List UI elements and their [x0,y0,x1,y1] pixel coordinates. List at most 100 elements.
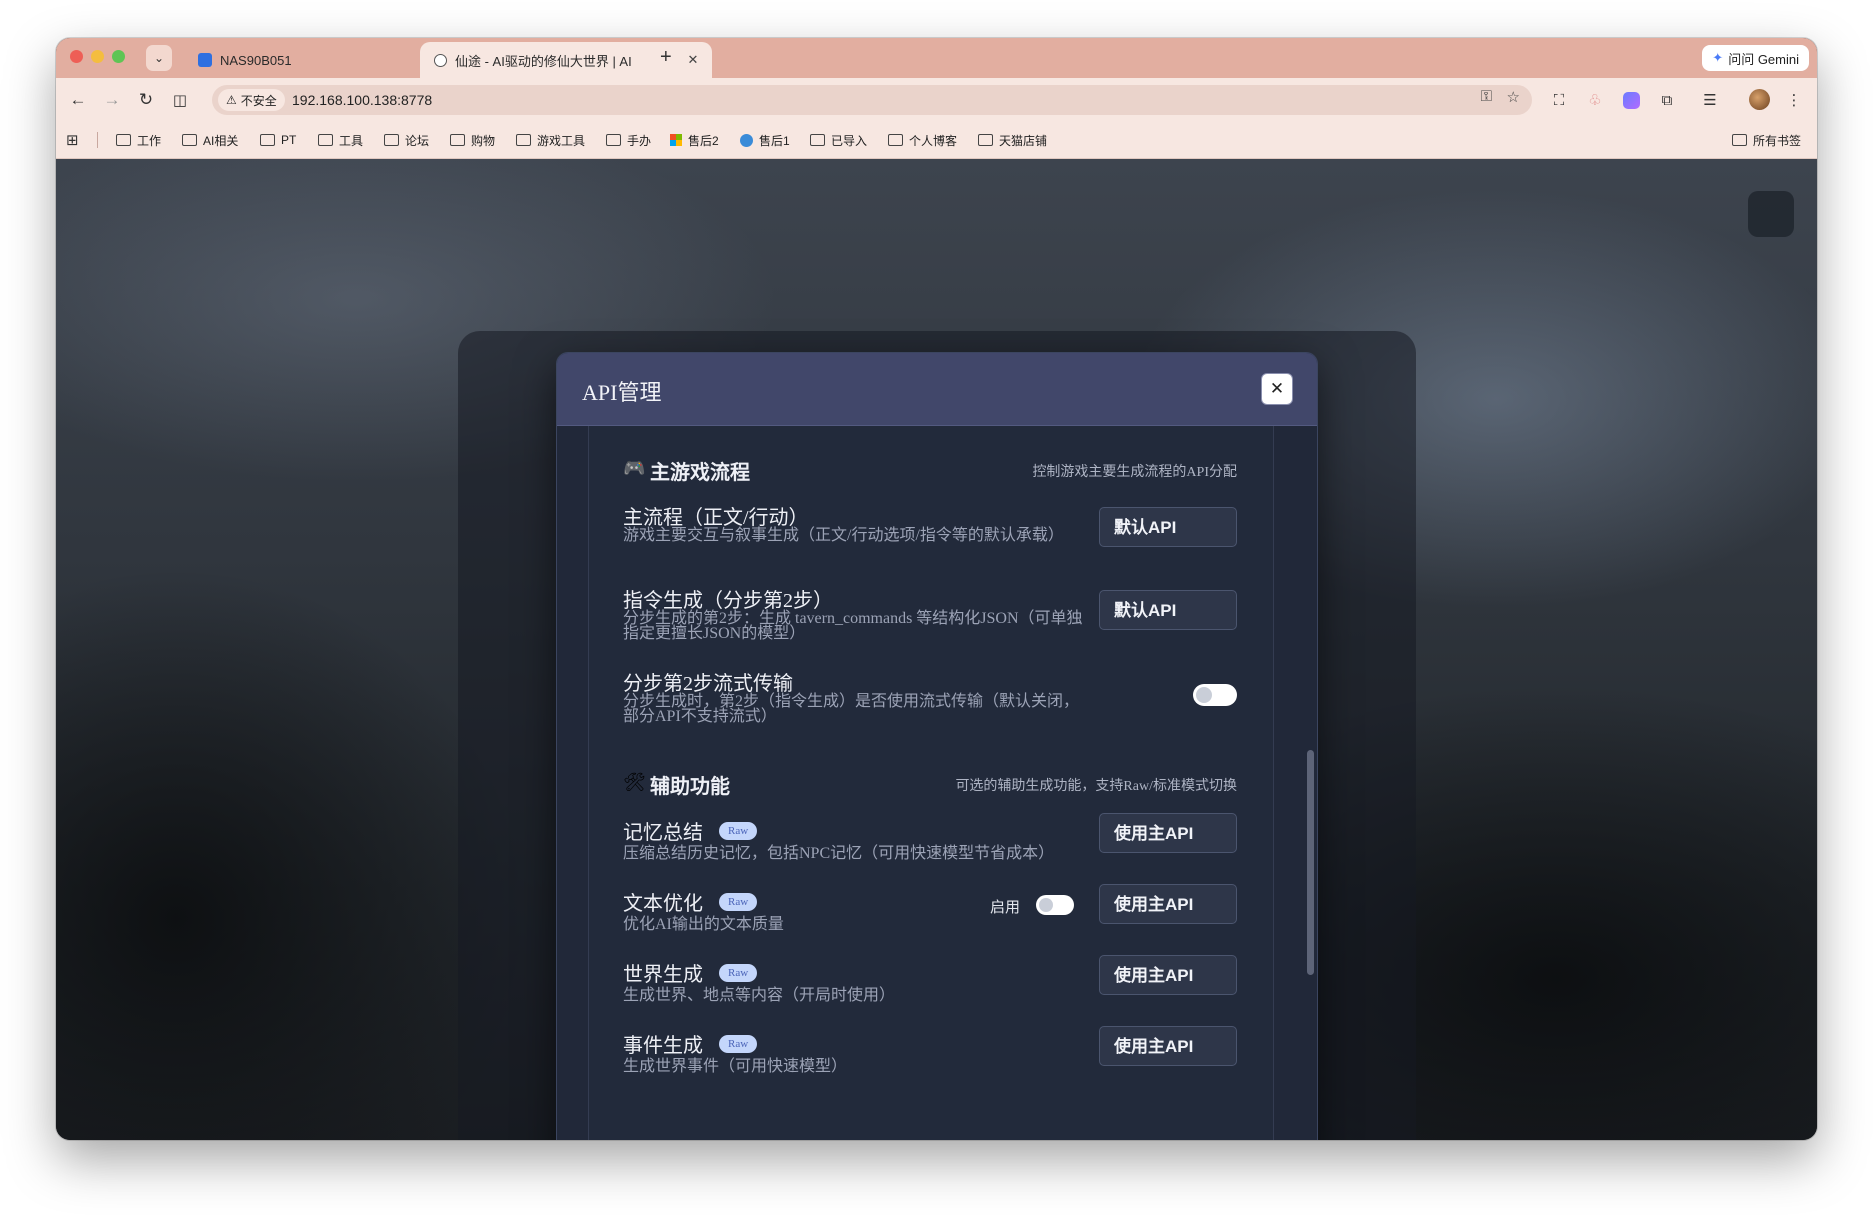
chevron-down-icon: ⌄ [153,51,165,65]
apps-button[interactable]: ⊞ [66,122,79,158]
setting-row-main-flow: 主流程（正文/行动） 游戏主要交互与叙事生成（正文/行动选项/指令等的默认承载）… [623,501,1237,561]
api-select-button[interactable]: 默认API [1099,590,1237,630]
toggle-knob [1039,898,1053,912]
bookmark-folder[interactable]: 游戏工具 [516,122,585,158]
folder-icon [116,134,131,146]
folder-icon [516,134,531,146]
setting-title: 文本优化 Raw [623,887,758,916]
dialog-header: API管理 ✕ [557,353,1317,426]
maximize-window-button[interactable] [112,50,125,63]
forward-button[interactable]: → [100,88,124,112]
gamepad-icon: 🎮 [623,458,646,478]
bookmark-folder[interactable]: 已导入 [810,122,867,158]
section-description: 控制游戏主要生成流程的API分配 [1032,465,1237,480]
security-label: 不安全 [240,93,277,108]
section-description: 可选的辅助生成功能，支持Raw/标准模式切换 [955,779,1237,794]
globe-icon [740,133,753,147]
section-title: 辅助功能 [650,776,730,798]
folder-icon [810,134,825,146]
bookmark-link[interactable]: 售后2 [670,122,719,158]
setting-title: 主流程（正文/行动） [623,501,809,530]
enable-label: 启用 [989,899,1020,916]
close-window-button[interactable] [70,50,83,63]
setting-description: 生成世界、地点等内容（开局时使用） [623,987,896,1004]
address-bar[interactable]: ⚠ 不安全 192.168.100.138:8778 ⚿ ☆ [212,85,1532,115]
setting-title-text: 事件生成 [623,1035,703,1057]
bookmark-folder[interactable]: 工作 [116,122,161,158]
stream-toggle[interactable] [1193,684,1237,706]
bookmark-link[interactable]: 售后1 [740,122,790,158]
bookmark-folder[interactable]: 手办 [606,122,651,158]
setting-description: 压缩总结历史记忆，包括NPC记忆（可用快速模型节省成本） [623,845,1055,862]
reload-button[interactable]: ↻ [134,88,158,112]
bookmark-label: 售后2 [688,133,719,148]
back-button[interactable]: ← [66,88,90,112]
bookmark-folder[interactable]: 论坛 [384,122,429,158]
screenshot-extension-icon[interactable]: ⛶ [1547,88,1571,112]
minimize-window-button[interactable] [91,50,104,63]
setting-title: 事件生成 Raw [623,1029,758,1058]
bookmark-folder[interactable]: PT [260,122,296,158]
api-select-button[interactable]: 使用主API [1099,813,1237,853]
setting-row-world-gen: 世界生成 Raw 生成世界、地点等内容（开局时使用） 使用主API [623,955,1237,1008]
setting-row-command-gen: 指令生成（分步第2步） 分步生成的第2步：生成 tavern_commands … [623,584,1237,644]
password-key-icon[interactable]: ⚿ [1481,88,1492,105]
bookmark-label: PT [281,133,297,147]
extension-icon[interactable]: ♧ [1583,88,1607,112]
puzzle-icon[interactable]: ⧉ [1655,88,1679,112]
api-select-button[interactable]: 默认API [1099,507,1237,547]
bookmark-label: 所有书签 [1753,133,1802,148]
new-tab-button[interactable]: + [660,46,672,69]
folder-icon [182,134,197,146]
raw-badge: Raw [719,1034,758,1053]
background-menu-button[interactable] [1748,191,1794,237]
bookmark-folder[interactable]: 购物 [450,122,495,158]
warning-icon: ⚠ [226,93,237,107]
api-select-button[interactable]: 使用主API [1099,1026,1237,1066]
bookmark-folder[interactable]: 个人博客 [888,122,957,158]
api-select-button[interactable]: 使用主API [1099,884,1237,924]
reading-list-icon[interactable]: ☰ [1698,88,1722,112]
api-management-dialog: API管理 ✕ 🎮 主游戏流程 控制游戏主要生成流程的API分配 主流程（正文/… [556,352,1318,1140]
bookmark-star-icon[interactable]: ☆ [1507,88,1520,106]
api-select-button[interactable]: 使用主API [1099,955,1237,995]
all-bookmarks-folder[interactable]: 所有书签 [1732,122,1801,158]
setting-description: 游戏主要交互与叙事生成（正文/行动选项/指令等的默认承载） [623,527,1064,544]
folder-icon [260,134,275,146]
toolbar: ← → ↻ ◫ ⚠ 不安全 192.168.100.138:8778 ⚿ ☆ ⛶… [56,78,1817,122]
hammer-wrench-icon: 🛠 [623,772,646,792]
bookmark-folder[interactable]: 工具 [318,122,363,158]
ask-gemini-button[interactable]: ✦ 问问 Gemini [1702,45,1809,71]
bookmark-label: 游戏工具 [537,133,586,148]
setting-row-memory-summary: 记忆总结 Raw 压缩总结历史记忆，包括NPC记忆（可用快速模型节省成本） 使用主… [623,813,1237,866]
divider [97,132,98,148]
tab-close-icon[interactable]: ✕ [682,52,704,68]
dialog-close-button[interactable]: ✕ [1261,373,1293,405]
tab-search-button[interactable]: ⌄ [146,45,172,71]
dialog-title: API管理 [582,380,662,405]
dialog-body: 🎮 主游戏流程 控制游戏主要生成流程的API分配 主流程（正文/行动） 游戏主要… [588,426,1274,1140]
setting-description: 分步生成的第2步：生成 tavern_commands 等结构化JSON（可单独… [623,610,1083,642]
split-view-button[interactable]: ◫ [168,88,192,112]
dialog-scrollbar[interactable] [1307,750,1314,975]
more-menu-icon[interactable]: ⋮ [1782,88,1806,112]
arrow-left-icon: ← [69,90,87,109]
setting-row-stream: 分步第2步流式传输 分步生成时，第2步（指令生成）是否使用流式传输（默认关闭，部… [623,667,1237,727]
bookmark-label: 购物 [471,133,496,148]
folder-icon [978,134,993,146]
bookmark-label: 工作 [137,133,162,148]
close-icon: ✕ [1269,379,1285,398]
bookmark-folder[interactable]: AI相关 [182,122,238,158]
extension-icon[interactable] [1619,88,1643,112]
security-chip[interactable]: ⚠ 不安全 [218,89,285,111]
tab-bar: ⌄ NAS90B051 ✕ 仙途 - AI驱动的修仙大世界 | AI ✕ + ✦… [56,38,1817,78]
text-optimize-toggle[interactable] [1036,895,1074,915]
bookmark-folder[interactable]: 天猫店铺 [978,122,1047,158]
raw-badge: Raw [719,821,758,840]
folder-icon [606,134,621,146]
bookmark-label: 已导入 [831,133,868,148]
plus-icon: + [660,46,672,68]
bookmark-label: 个人博客 [909,133,958,148]
bookmark-label: 手办 [627,133,652,148]
avatar[interactable] [1749,89,1770,110]
